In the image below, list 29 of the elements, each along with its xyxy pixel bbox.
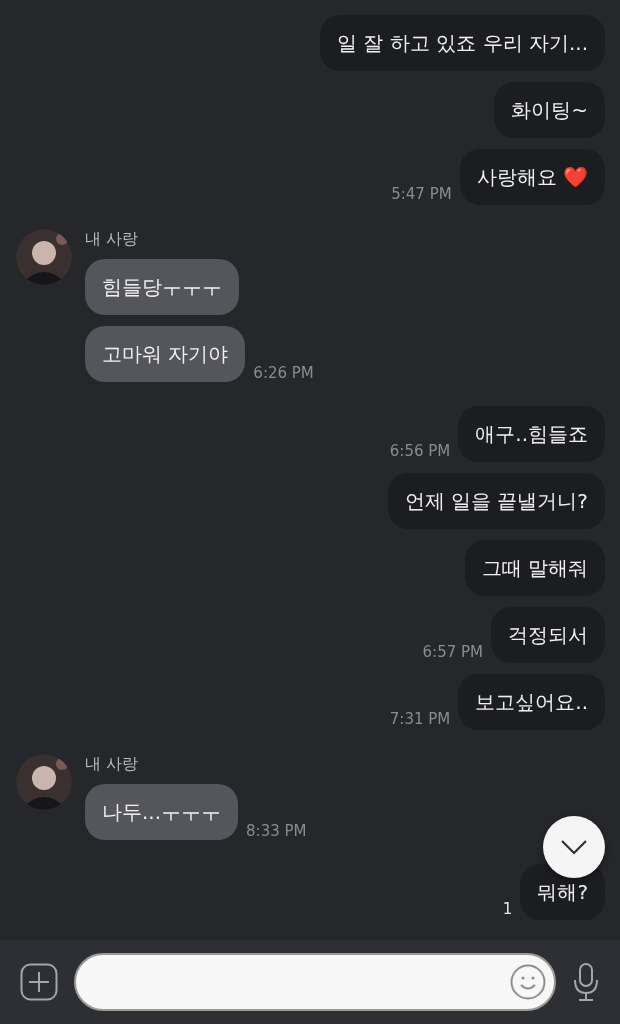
message-bubble: 고마워 자기야 — [85, 326, 246, 382]
message-bubble: 화이팅~ — [494, 82, 605, 138]
smiley-icon — [510, 964, 546, 1000]
message-bubble: 일 잘 하고 있죠 우리 자기... — [320, 15, 605, 71]
message-input[interactable] — [74, 953, 556, 1011]
message-time: 6:56 PM — [389, 442, 451, 460]
add-button[interactable] — [20, 963, 58, 1001]
scroll-down-button[interactable] — [543, 816, 605, 878]
message-time: 5:47 PM — [391, 185, 452, 203]
message-time: 8:33 PM — [246, 822, 307, 840]
microphone-icon — [572, 962, 600, 1002]
emoji-button[interactable] — [510, 964, 546, 1000]
chevron-down-icon — [559, 838, 589, 856]
message-bubble: 걱정되서 — [491, 607, 605, 663]
message-bubble: 힘들당ㅜㅜㅜ — [85, 259, 239, 315]
message-time: 6:57 PM — [422, 643, 483, 661]
message-bubble: 애구..힘들죠 — [458, 406, 605, 462]
message-bubble: 나두...ㅜㅜㅜ — [85, 784, 239, 840]
message-time: 6:26 PM — [253, 364, 314, 382]
message-time: 7:31 PM — [389, 710, 451, 728]
message-bubble: 사랑해요 ❤ — [459, 149, 605, 205]
plus-icon — [20, 963, 58, 1001]
unread-count: 1 — [502, 900, 513, 918]
sender-name: 내 사랑 — [85, 229, 140, 250]
message-bubble: 그때 말해줘 — [464, 540, 605, 596]
message-bubble: 언제 일을 끝낼거니? — [387, 473, 605, 529]
microphone-button[interactable] — [572, 962, 600, 1002]
sender-name: 내 사랑 — [85, 754, 140, 775]
message-bubble: 보고싶어요.. — [458, 674, 605, 730]
